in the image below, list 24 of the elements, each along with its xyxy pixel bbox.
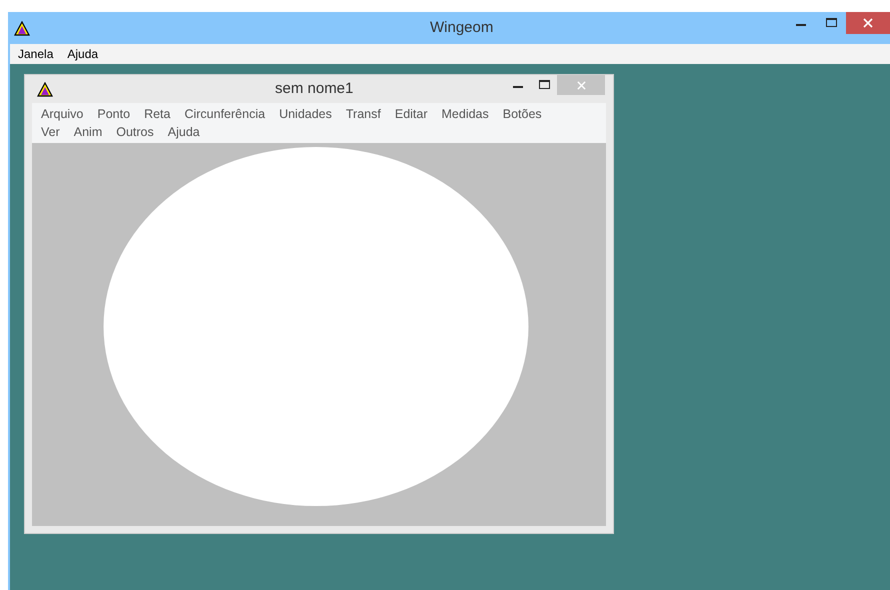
close-icon xyxy=(576,80,586,90)
menu-item[interactable]: Medidas xyxy=(442,105,489,123)
menu-item[interactable]: Reta xyxy=(144,105,170,123)
maximize-icon xyxy=(538,80,550,90)
menu-item[interactable]: Botões xyxy=(502,105,542,123)
close-button[interactable] xyxy=(846,12,890,34)
menu-item[interactable]: Circunferência xyxy=(184,105,266,123)
menu-item[interactable]: Ponto xyxy=(97,105,130,123)
menu-item[interactable]: Transf xyxy=(346,105,381,123)
menu-item[interactable]: Unidades xyxy=(279,105,332,123)
document-title: sem nome1 xyxy=(275,78,354,99)
menu-item[interactable]: Ajuda xyxy=(168,123,200,141)
menu-item[interactable]: Arquivo xyxy=(41,105,84,123)
menu-item[interactable]: Ajuda xyxy=(67,45,98,63)
menu-item[interactable]: Janela xyxy=(18,45,54,63)
close-icon xyxy=(863,18,873,28)
window-title: Wingeom xyxy=(430,18,494,38)
maximize-icon xyxy=(826,18,836,28)
menu-item[interactable]: Ver xyxy=(41,123,60,141)
app-logo-icon xyxy=(37,82,53,96)
menu-item[interactable]: Editar xyxy=(394,105,428,123)
menu-item[interactable]: Outros xyxy=(116,123,154,141)
menu-item[interactable]: Anim xyxy=(74,123,102,141)
app-logo-icon xyxy=(14,20,30,36)
